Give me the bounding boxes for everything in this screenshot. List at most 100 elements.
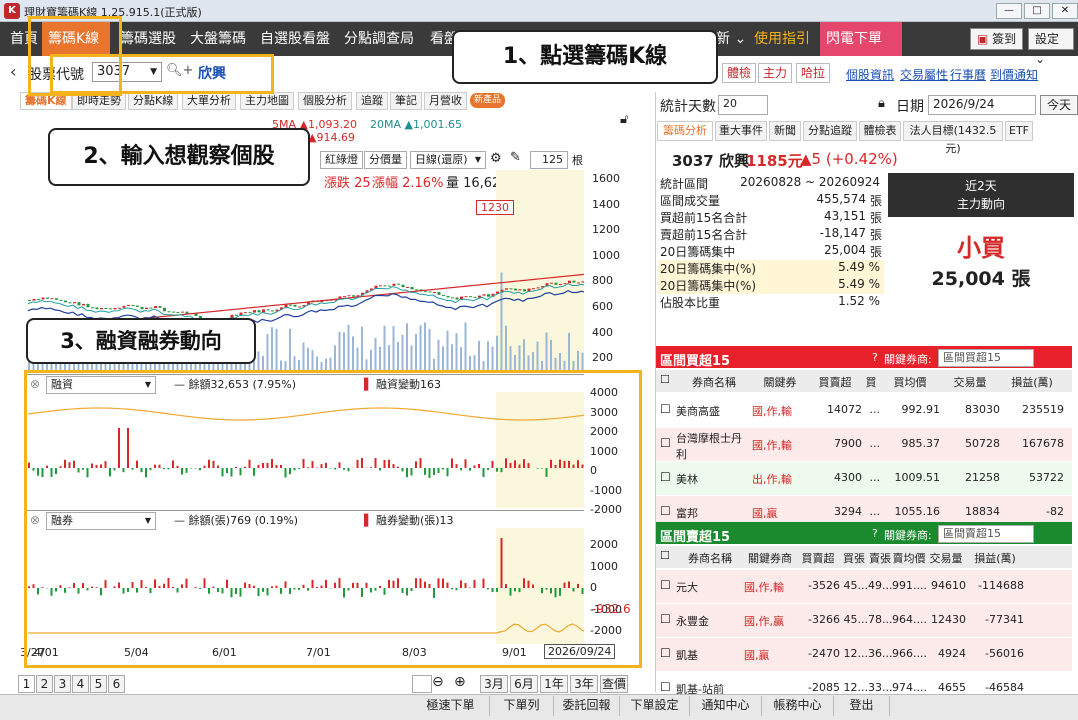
page-button[interactable]: 1 bbox=[18, 675, 35, 693]
tab-force-map[interactable]: 主力地圖 bbox=[240, 92, 294, 110]
signin-button[interactable]: ▣ 簽到 bbox=[970, 28, 1024, 50]
volume-bar bbox=[523, 339, 525, 370]
tab-notes[interactable]: 筆記 bbox=[390, 92, 422, 110]
bar-count-input[interactable]: 125 bbox=[530, 151, 568, 169]
volume-bar bbox=[491, 346, 494, 370]
unlock-icon[interactable]: 🔓︎ bbox=[620, 112, 628, 127]
date-picker[interactable]: 2026/9/24 bbox=[928, 95, 1036, 115]
sell-key-select[interactable]: 區間賣超15 bbox=[938, 525, 1034, 543]
nav-chip-screener[interactable]: 籌碼選股 bbox=[114, 22, 182, 56]
indicator-select[interactable]: 紅綠燈 bbox=[320, 151, 363, 169]
volume-bar bbox=[298, 359, 300, 370]
page-button[interactable]: 6 bbox=[108, 675, 125, 693]
range-button[interactable]: 3月 bbox=[480, 675, 508, 693]
close-button[interactable]: ✕ bbox=[1052, 3, 1078, 19]
select-all-checkbox[interactable]: ☐ bbox=[660, 373, 670, 386]
zoom-input[interactable] bbox=[412, 675, 432, 693]
bottom-button[interactable]: 極速下單 bbox=[412, 696, 490, 716]
date-label: 日期 bbox=[896, 99, 924, 115]
back-chevron-icon[interactable]: ‹ bbox=[10, 62, 16, 81]
bottom-button[interactable]: 下單設定 bbox=[620, 696, 690, 716]
page-button[interactable]: 4 bbox=[72, 675, 89, 693]
table-row[interactable]: ☐ 美林 出,作,輸 4300... 1009.51 21258 53722 bbox=[656, 462, 1072, 495]
table-cell: 235519 bbox=[1022, 403, 1064, 416]
sell-help-icon[interactable]: ? bbox=[872, 527, 878, 540]
nav-branch-investigation[interactable]: 分點調查局 bbox=[338, 22, 420, 56]
highlight-stock-box bbox=[50, 54, 274, 94]
bottom-button[interactable]: 下單列 bbox=[490, 696, 554, 716]
bottom-button[interactable]: 帳務中心 bbox=[762, 696, 834, 716]
stock-info-link[interactable]: 個股資訊 bbox=[846, 66, 894, 83]
range-button[interactable]: 3年 bbox=[570, 675, 598, 693]
page-button[interactable]: 5 bbox=[90, 675, 107, 693]
trade-attr-link[interactable]: 交易屬性 bbox=[900, 66, 948, 83]
table-row[interactable]: ☐ 美商高盛 國,作,輸 14072... 992.91 83030 235519 bbox=[656, 394, 1072, 427]
right-tab[interactable]: 籌碼分析 bbox=[657, 121, 713, 141]
nav-market-chip[interactable]: 大盤籌碼 bbox=[184, 22, 252, 56]
table-row[interactable]: ☐ 凱基 國,贏 -2470 12... 36... 966.... 4924 -56016 bbox=[656, 638, 1072, 671]
price-alert-link[interactable]: 到價通知 bbox=[990, 66, 1038, 83]
nav-watchlist[interactable]: 自選股看盤 bbox=[254, 22, 336, 56]
right-tab[interactable]: 重大事件 bbox=[715, 121, 767, 141]
tab-big-order[interactable]: 大單分析 bbox=[182, 92, 236, 110]
gear-icon[interactable]: ⚙ bbox=[490, 151, 502, 166]
chat-button[interactable]: 哈拉 bbox=[796, 63, 831, 83]
range-button[interactable]: 查價 bbox=[600, 675, 628, 693]
volume-bar bbox=[419, 325, 422, 370]
row-checkbox[interactable]: ☐ bbox=[660, 470, 671, 484]
buy-key-select[interactable]: 區間買超15 bbox=[938, 349, 1034, 367]
nav-guide[interactable]: 使用指引 bbox=[748, 22, 816, 56]
bottom-button[interactable]: 委託回報 bbox=[554, 696, 620, 716]
lock-icon[interactable]: 🔒︎ bbox=[878, 96, 885, 111]
table-cell: 國,作,輸 bbox=[752, 439, 792, 452]
row-checkbox[interactable]: ☐ bbox=[660, 436, 671, 450]
tab-branch-kline[interactable]: 分點K線 bbox=[128, 92, 179, 110]
table-cell: ... bbox=[869, 471, 881, 484]
settings-button[interactable]: 設定 ⌄ bbox=[1028, 28, 1074, 66]
row-checkbox[interactable]: ☐ bbox=[660, 504, 671, 518]
main-force-button[interactable]: 主力 bbox=[758, 63, 793, 83]
select-all-checkbox[interactable]: ☐ bbox=[660, 549, 670, 562]
tab-stock-analysis[interactable]: 個股分析 bbox=[298, 92, 352, 110]
row-checkbox[interactable]: ☐ bbox=[660, 646, 671, 660]
buy-help-icon[interactable]: ? bbox=[872, 351, 878, 364]
candle bbox=[406, 286, 409, 288]
today-button[interactable]: 今天 bbox=[1040, 95, 1078, 115]
table-cell: 美商高盛 bbox=[676, 405, 720, 418]
zoom-out-icon[interactable]: ⊖ bbox=[432, 674, 444, 690]
minimize-button[interactable]: — bbox=[996, 3, 1022, 19]
right-tab[interactable]: 分點追蹤 bbox=[803, 121, 857, 141]
stat-days-select[interactable]: 20 bbox=[718, 95, 768, 115]
frequency-select[interactable]: 日線(還原) ▼ bbox=[410, 151, 486, 169]
table-row[interactable]: ☐ 永豐金 國,作,贏 -3266 45... 78... 964.... 12430 -773… bbox=[656, 604, 1072, 637]
right-tab[interactable]: ETF bbox=[1005, 121, 1033, 141]
volume-profile-select[interactable]: 分價量 bbox=[364, 151, 407, 169]
tab-monthly-revenue[interactable]: 月營收 bbox=[424, 92, 467, 110]
bottom-button[interactable]: 登出 bbox=[834, 696, 890, 716]
row-checkbox[interactable]: ☐ bbox=[660, 578, 671, 592]
right-tab[interactable]: 法人目標(1432.5元) bbox=[903, 121, 1003, 155]
table-row[interactable]: ☐ 元大 國,作,輸 -3526 45... 49... 991.... 94610 -1146… bbox=[656, 570, 1072, 603]
page-button[interactable]: 3 bbox=[54, 675, 71, 693]
nav-flash-order[interactable]: 閃電下單 ⌄ bbox=[820, 22, 902, 81]
range-button[interactable]: 1年 bbox=[540, 675, 568, 693]
calendar-link[interactable]: 行事曆 bbox=[950, 66, 986, 83]
row-checkbox[interactable]: ☐ bbox=[660, 612, 671, 626]
pen-icon[interactable]: ✎ bbox=[510, 150, 521, 165]
row-checkbox[interactable]: ☐ bbox=[660, 680, 671, 694]
health-check-button[interactable]: 體檢 bbox=[722, 63, 757, 83]
maximize-button[interactable]: □ bbox=[1024, 3, 1050, 19]
row-checkbox[interactable]: ☐ bbox=[660, 402, 671, 416]
tab-track[interactable]: 追蹤 bbox=[356, 92, 388, 110]
zoom-in-icon[interactable]: ⊕ bbox=[454, 674, 466, 690]
table-row[interactable]: ☐ 台灣摩根士丹利 國,作,輸 7900... 985.37 50728 167678 bbox=[656, 428, 1072, 461]
page-button[interactable]: 2 bbox=[36, 675, 53, 693]
candle bbox=[248, 312, 252, 314]
right-tab[interactable]: 新聞 bbox=[769, 121, 801, 141]
bottom-button[interactable]: 通知中心 bbox=[690, 696, 762, 716]
range-button[interactable]: 6月 bbox=[510, 675, 538, 693]
table-cell: 4924 bbox=[938, 647, 966, 660]
candle bbox=[239, 312, 243, 316]
candle bbox=[442, 294, 445, 296]
right-tab[interactable]: 體檢表 bbox=[859, 121, 901, 141]
